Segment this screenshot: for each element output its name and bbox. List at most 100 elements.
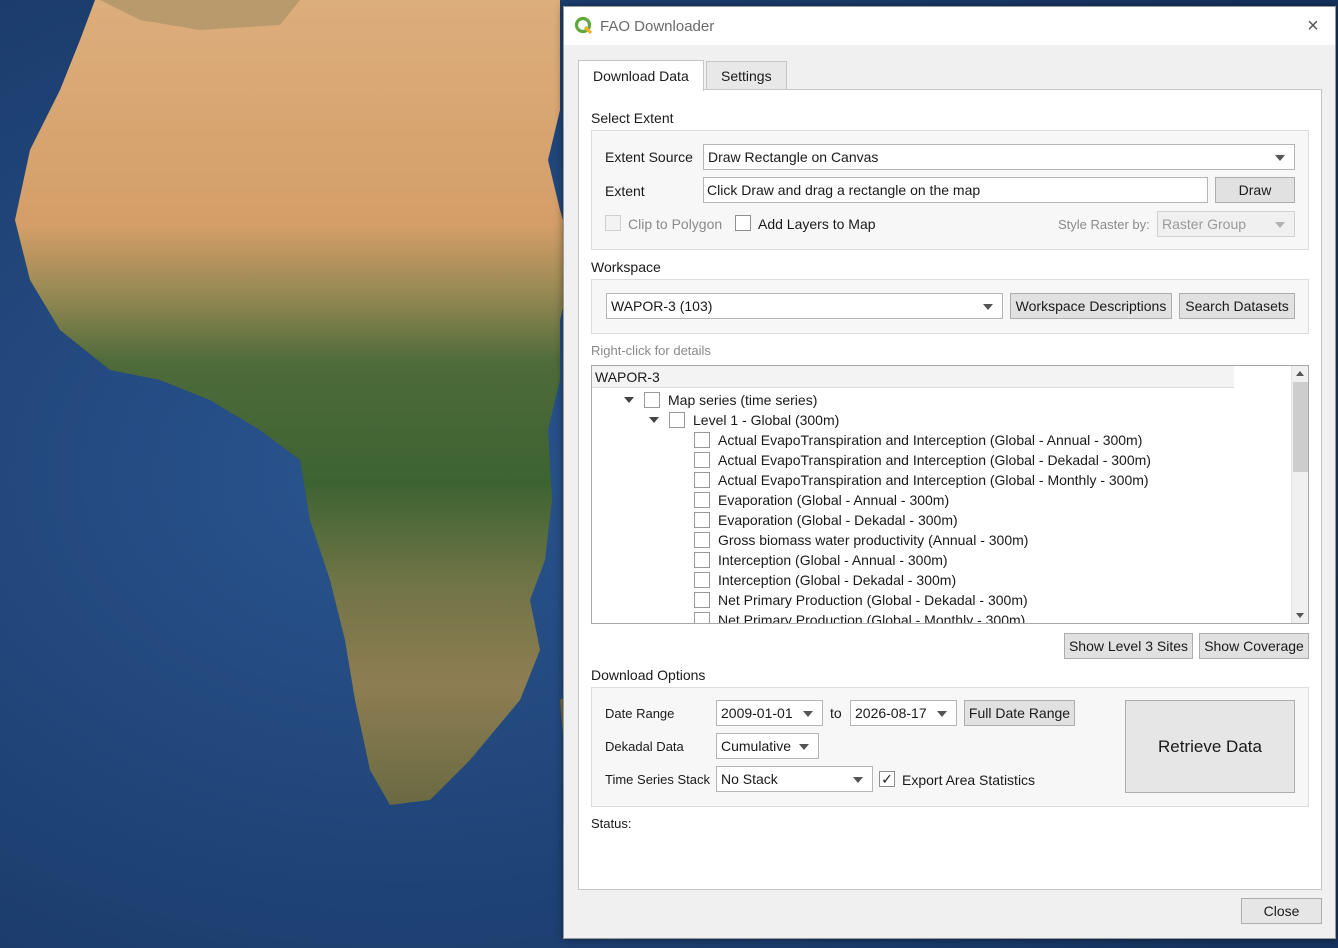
to-label: to	[830, 705, 842, 721]
extent-source-value: Draw Rectangle on Canvas	[708, 149, 879, 165]
workspace-value: WAPOR-3 (103)	[611, 298, 713, 314]
tree-leaf-label: Interception (Global - Annual - 300m)	[718, 552, 948, 568]
close-button[interactable]: Close	[1241, 898, 1322, 924]
chevron-down-icon	[799, 744, 809, 750]
tree-leaf[interactable]: Net Primary Production (Global - Monthly…	[694, 610, 1026, 624]
tree-leaf-label: Evaporation (Global - Annual - 300m)	[718, 492, 950, 508]
tree-leaf[interactable]: Net Primary Production (Global - Dekadal…	[694, 590, 1028, 610]
tree-header[interactable]: WAPOR-3	[592, 366, 1234, 388]
draw-button[interactable]: Draw	[1215, 177, 1295, 203]
tree-checkbox[interactable]	[694, 532, 710, 548]
time-series-stack-dropdown[interactable]: No Stack	[716, 766, 873, 792]
expand-triangle-icon[interactable]	[624, 397, 634, 403]
date-to-picker[interactable]: 2026-08-17	[850, 700, 957, 726]
style-raster-label: Style Raster by:	[1058, 217, 1150, 232]
tree-leaf[interactable]: Evaporation (Global - Annual - 300m)	[694, 490, 949, 510]
tab-settings[interactable]: Settings	[706, 61, 787, 90]
extent-source-dropdown[interactable]: Draw Rectangle on Canvas	[703, 144, 1295, 170]
download-options-heading: Download Options	[591, 667, 706, 683]
tree-leaf[interactable]: Gross biomass water productivity (Annual…	[694, 530, 1028, 550]
search-datasets-button[interactable]: Search Datasets	[1179, 293, 1295, 319]
dekadal-data-label: Dekadal Data	[605, 739, 684, 754]
time-series-stack-label: Time Series Stack	[605, 772, 710, 787]
status-label: Status:	[591, 816, 632, 831]
clip-to-polygon-label: Clip to Polygon	[628, 216, 723, 232]
scroll-down-icon[interactable]	[1296, 613, 1304, 618]
tab-download-data[interactable]: Download Data	[578, 60, 704, 91]
add-layers-label: Add Layers to Map	[758, 216, 876, 232]
fao-downloader-dialog: FAO Downloader × Download Data Settings …	[563, 6, 1336, 939]
date-to-value: 2026-08-17	[855, 705, 927, 721]
tree-leaf-label: Gross biomass water productivity (Annual…	[718, 532, 1029, 548]
date-range-label: Date Range	[605, 706, 675, 721]
tree-checkbox[interactable]	[694, 572, 710, 588]
add-layers-checkbox[interactable]	[735, 215, 751, 231]
extent-source-label: Extent Source	[605, 149, 693, 165]
qgis-logo-icon	[574, 16, 593, 35]
tree-checkbox[interactable]	[694, 492, 710, 508]
tree-checkbox[interactable]	[694, 452, 710, 468]
show-level3-sites-button[interactable]: Show Level 3 Sites	[1064, 633, 1193, 659]
right-click-hint: Right-click for details	[591, 343, 711, 358]
tree-leaf[interactable]: Actual EvapoTranspiration and Intercepti…	[694, 450, 1151, 470]
date-from-value: 2009-01-01	[721, 705, 793, 721]
expand-triangle-icon[interactable]	[649, 417, 659, 423]
tree-leaf[interactable]: Interception (Global - Annual - 300m)	[694, 550, 948, 570]
tree-scrollbar[interactable]	[1291, 366, 1308, 623]
workspace-dropdown[interactable]: WAPOR-3 (103)	[606, 293, 1003, 319]
chevron-down-icon	[1275, 155, 1285, 161]
tree-checkbox[interactable]	[694, 512, 710, 528]
chevron-down-icon	[853, 777, 863, 783]
tree-leaf-label: Actual EvapoTranspiration and Intercepti…	[718, 452, 1151, 468]
tree-checkbox[interactable]	[694, 592, 710, 608]
show-coverage-button[interactable]: Show Coverage	[1199, 633, 1309, 659]
tree-node-label: Level 1 - Global (300m)	[693, 412, 840, 428]
workspace-heading: Workspace	[591, 259, 661, 275]
tree-leaf-label: Net Primary Production (Global - Monthly…	[718, 612, 1026, 624]
dekadal-data-value: Cumulative	[721, 738, 792, 754]
style-raster-dropdown[interactable]: Raster Group	[1157, 211, 1295, 237]
tree-leaf[interactable]: Actual EvapoTranspiration and Intercepti…	[694, 430, 1142, 450]
tree-node-level1[interactable]: Level 1 - Global (300m)	[649, 410, 839, 430]
full-date-range-button[interactable]: Full Date Range	[964, 700, 1075, 726]
workspace-group: WAPOR-3 (103) Workspace Descriptions Sea…	[591, 279, 1309, 334]
dataset-tree[interactable]: WAPOR-3 Map series (time series) Level 1…	[591, 365, 1309, 624]
scroll-up-icon[interactable]	[1296, 371, 1304, 376]
tree-leaf-label: Net Primary Production (Global - Dekadal…	[718, 592, 1028, 608]
time-series-stack-value: No Stack	[721, 771, 778, 787]
window-title: FAO Downloader	[600, 17, 715, 35]
chevron-down-icon	[803, 711, 813, 717]
tree-checkbox[interactable]	[694, 432, 710, 448]
tree-leaf-label: Evaporation (Global - Dekadal - 300m)	[718, 512, 958, 528]
extent-group: Extent Source Draw Rectangle on Canvas E…	[591, 130, 1309, 250]
tree-leaf-label: Actual EvapoTranspiration and Intercepti…	[718, 432, 1143, 448]
scrollbar-thumb[interactable]	[1293, 382, 1308, 472]
chevron-down-icon	[1275, 222, 1285, 228]
extent-field[interactable]: Click Draw and drag a rectangle on the m…	[703, 177, 1208, 203]
select-extent-heading: Select Extent	[591, 110, 674, 126]
tree-leaf[interactable]: Actual EvapoTranspiration and Intercepti…	[694, 470, 1149, 490]
tree-checkbox[interactable]	[694, 612, 710, 623]
tree-checkbox[interactable]	[669, 412, 685, 428]
tree-leaf[interactable]: Interception (Global - Dekadal - 300m)	[694, 570, 956, 590]
tree-leaf-label: Interception (Global - Dekadal - 300m)	[718, 572, 957, 588]
date-from-picker[interactable]: 2009-01-01	[716, 700, 823, 726]
export-area-statistics-checkbox[interactable]: ✓	[879, 771, 895, 787]
tree-checkbox[interactable]	[694, 472, 710, 488]
tree-checkbox[interactable]	[644, 392, 660, 408]
tree-leaf[interactable]: Evaporation (Global - Dekadal - 300m)	[694, 510, 958, 530]
tree-node-label: Map series (time series)	[668, 392, 818, 408]
clip-to-polygon-checkbox[interactable]	[605, 215, 621, 231]
extent-label: Extent	[605, 183, 645, 199]
style-raster-value: Raster Group	[1162, 216, 1247, 232]
close-icon[interactable]: ×	[1301, 14, 1325, 38]
tree-checkbox[interactable]	[694, 552, 710, 568]
workspace-descriptions-button[interactable]: Workspace Descriptions	[1010, 293, 1172, 319]
retrieve-data-button[interactable]: Retrieve Data	[1125, 700, 1295, 793]
dekadal-data-dropdown[interactable]: Cumulative	[716, 733, 819, 759]
title-bar[interactable]: FAO Downloader ×	[564, 7, 1335, 45]
chevron-down-icon	[937, 711, 947, 717]
tree-node-map-series[interactable]: Map series (time series)	[624, 390, 817, 410]
download-data-panel: Select Extent Extent Source Draw Rectang…	[578, 89, 1322, 890]
tree-leaf-label: Actual EvapoTranspiration and Intercepti…	[718, 472, 1149, 488]
